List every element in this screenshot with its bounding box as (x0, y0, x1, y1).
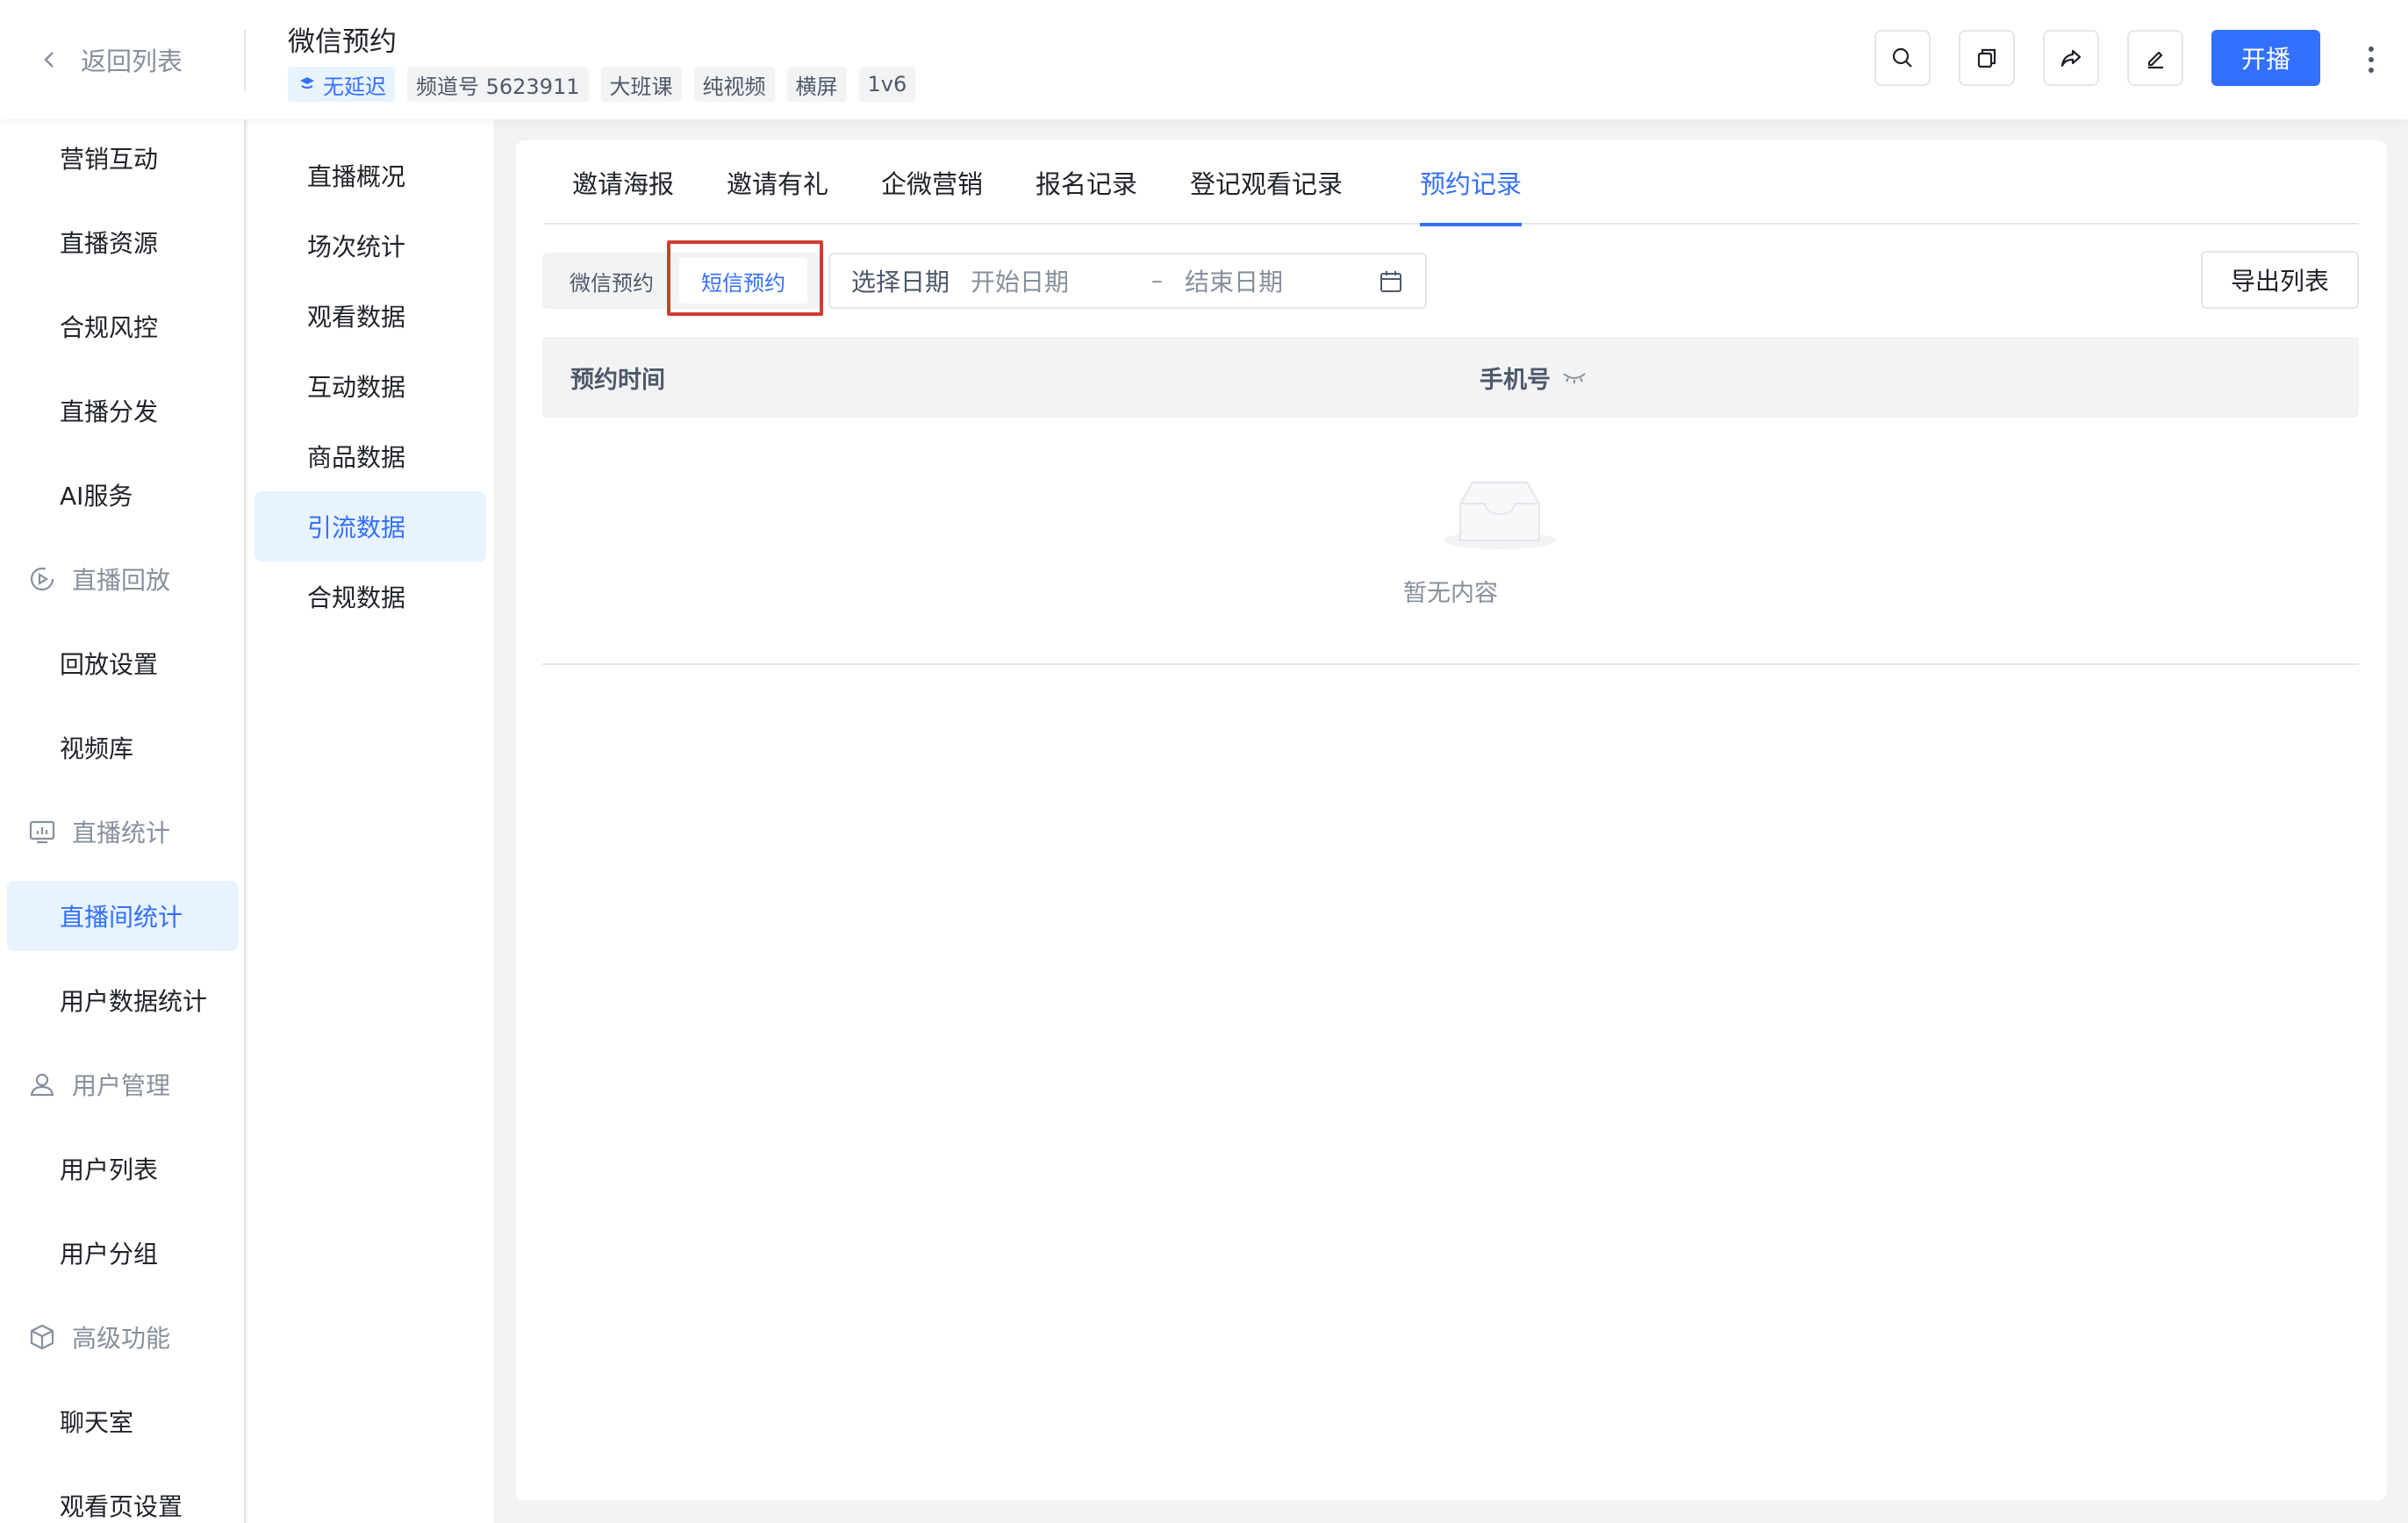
top-header: 返回列表 微信预约 无延迟 频道号 5623911 大班课 纯视频 横屏 1v6… (0, 0, 2408, 119)
column-phone: 手机号 (1480, 337, 1587, 418)
chevron-left-icon (44, 52, 54, 68)
column-reservation-time: 预约时间 (570, 366, 665, 394)
start-date-input[interactable]: 开始日期 (971, 263, 1069, 298)
empty-inbox-icon (1444, 482, 1556, 549)
tab-reservation-records[interactable]: 预约记录 (1420, 140, 1523, 226)
export-list-button[interactable]: 导出列表 (2201, 251, 2359, 309)
cube-icon (30, 1324, 54, 1350)
search-icon (1892, 47, 1912, 68)
pencil-icon (2147, 51, 2163, 69)
sidebar-item-ai-service[interactable]: AI服务 (7, 460, 239, 530)
tab-invite-reward[interactable]: 邀请有礼 (727, 140, 828, 225)
group-label: 直播统计 (72, 819, 171, 847)
tab-wecom-marketing[interactable]: 企微营销 (881, 140, 983, 225)
sidebar-item-room-stats[interactable]: 直播间统计 (7, 881, 239, 951)
sidebar-group-stats: 直播统计 (26, 797, 170, 867)
more-vertical-icon[interactable] (2361, 42, 2382, 77)
header-actions: 开播 (1874, 30, 2320, 86)
subnav-viewing-data[interactable]: 观看数据 (254, 281, 486, 351)
group-label: 用户管理 (72, 1071, 171, 1100)
sidebar-item-distribution[interactable]: 直播分发 (7, 375, 239, 446)
tag-channel-id: 频道号 5623911 (407, 67, 589, 102)
date-separator: – (1151, 268, 1163, 294)
replay-icon (30, 567, 54, 591)
channel-tags: 无延迟 频道号 5623911 大班课 纯视频 横屏 1v6 (288, 67, 916, 102)
main-sidebar: 营销互动 直播资源 合规风控 直播分发 AI服务 直播回放 回放设置 视频库 直… (0, 119, 246, 1523)
subnav-product-data[interactable]: 商品数据 (254, 421, 486, 491)
column-label: 手机号 (1480, 366, 1551, 394)
main-content: 邀请海报 邀请有礼 企微营销 报名记录 登记观看记录 预约记录 微信预约 短信预… (516, 140, 2387, 1500)
tab-registration-records[interactable]: 登记观看记录 (1190, 140, 1343, 225)
subnav-session-stats[interactable]: 场次统计 (254, 211, 486, 281)
table-header: 预约时间 手机号 (542, 337, 2359, 418)
reservation-type-switch: 微信预约 短信预约 (542, 253, 820, 309)
end-date-input[interactable]: 结束日期 (1185, 263, 1283, 298)
tab-signup-records[interactable]: 报名记录 (1036, 140, 1137, 225)
sidebar-item-user-groups[interactable]: 用户分组 (7, 1218, 239, 1288)
user-icon (30, 1073, 54, 1097)
subnav-interaction-data[interactable]: 互动数据 (254, 351, 486, 421)
calendar-icon[interactable] (1378, 268, 1404, 295)
tag-orientation: 横屏 (786, 67, 847, 102)
sidebar-group-users: 用户管理 (26, 1049, 170, 1119)
sidebar-item-watch-page-settings[interactable]: 观看页设置 (7, 1470, 239, 1523)
back-label: 返回列表 (81, 46, 183, 76)
sidebar-item-marketing[interactable]: 营销互动 (7, 123, 239, 193)
search-button[interactable] (1874, 30, 1931, 86)
subnav-traffic-data[interactable]: 引流数据 (254, 491, 486, 561)
sidebar-group-advanced: 高级功能 (26, 1302, 170, 1372)
start-live-button[interactable]: 开播 (2211, 30, 2320, 86)
sidebar-item-user-list[interactable]: 用户列表 (7, 1133, 239, 1204)
share-button[interactable] (2043, 30, 2099, 86)
monitor-chart-icon (29, 820, 55, 844)
group-label: 直播回放 (72, 566, 171, 595)
sidebar-item-user-stats[interactable]: 用户数据统计 (7, 965, 239, 1035)
back-to-list-button[interactable]: 返回列表 (40, 40, 183, 79)
tab-invite-poster[interactable]: 邀请海报 (572, 140, 674, 225)
sidebar-item-replay-settings[interactable]: 回放设置 (7, 628, 239, 698)
header-divider (244, 30, 246, 91)
sidebar-item-compliance[interactable]: 合规风控 (7, 291, 239, 361)
page-title: 微信预约 (288, 26, 397, 58)
sidebar-item-video-library[interactable]: 视频库 (7, 712, 239, 783)
tag-no-delay: 无延迟 (288, 67, 395, 102)
segment-wechat-reservation[interactable]: 微信预约 (548, 258, 676, 304)
group-label: 高级功能 (72, 1324, 171, 1353)
tab-bar: 邀请海报 邀请有礼 企微营销 报名记录 登记观看记录 预约记录 (544, 140, 2359, 226)
copy-button[interactable] (1959, 30, 2015, 86)
sidebar-item-chatroom[interactable]: 聊天室 (7, 1386, 239, 1456)
tag-video-type: 纯视频 (693, 67, 775, 102)
tag-label: 无延迟 (323, 74, 386, 99)
tag-mode: 1v6 (858, 67, 916, 102)
edit-button[interactable] (2127, 30, 2183, 86)
empty-state: 暂无内容 (542, 418, 2359, 665)
copy-icon (1977, 48, 1996, 68)
sidebar-group-replay: 直播回放 (26, 544, 170, 614)
tag-class-type: 大班课 (600, 67, 682, 102)
empty-text: 暂无内容 (1403, 580, 1498, 607)
date-label: 选择日期 (851, 268, 950, 297)
signal-icon (300, 77, 314, 89)
stats-subnav: 直播概况 场次统计 观看数据 互动数据 商品数据 引流数据 合规数据 (247, 119, 493, 1523)
subnav-compliance-data[interactable]: 合规数据 (254, 561, 486, 632)
subnav-overview[interactable]: 直播概况 (254, 140, 486, 211)
sidebar-item-resources[interactable]: 直播资源 (7, 207, 239, 277)
date-range-picker[interactable]: 选择日期 开始日期 – 结束日期 (828, 253, 1427, 309)
eye-closed-icon[interactable] (1561, 370, 1587, 384)
segment-sms-reservation[interactable]: 短信预约 (679, 258, 807, 304)
share-icon (2060, 49, 2082, 68)
